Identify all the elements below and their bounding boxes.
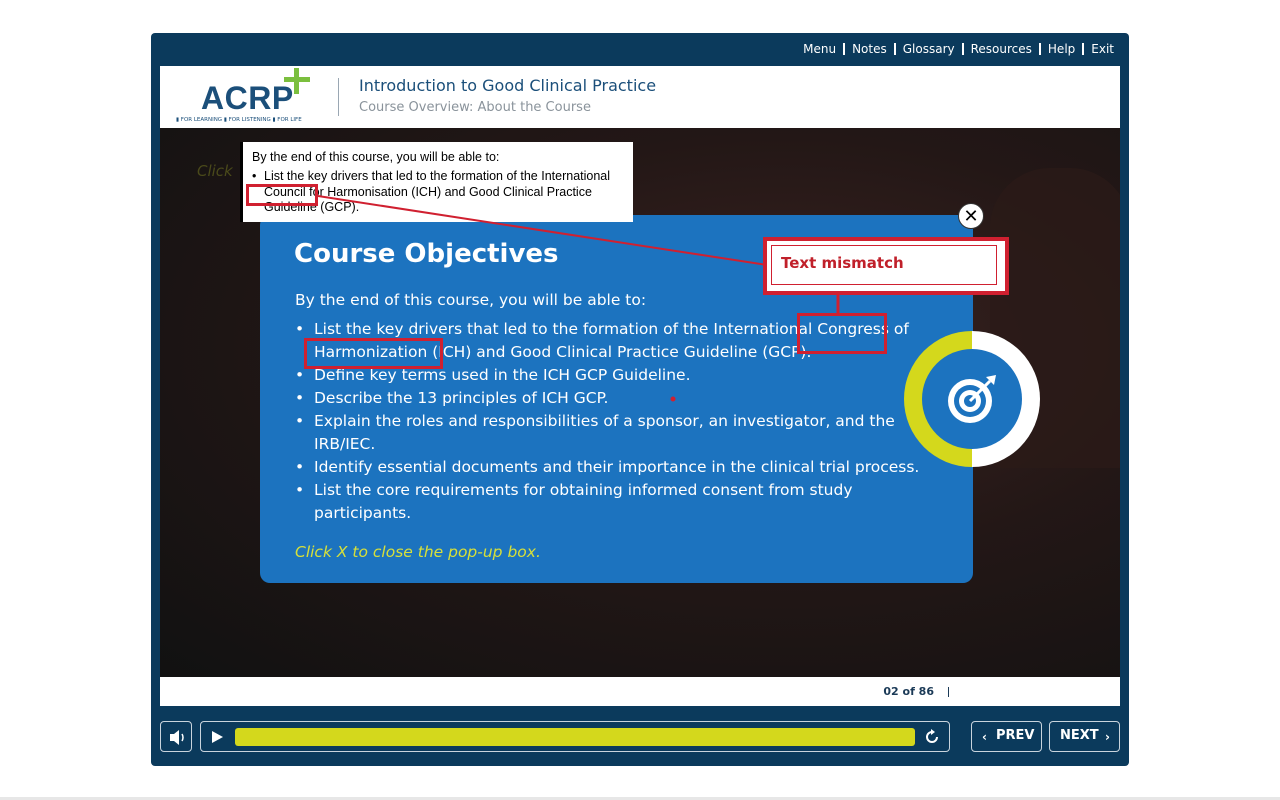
nav-separator xyxy=(1038,43,1041,55)
mismatch-highlight-council xyxy=(246,184,318,206)
header-divider xyxy=(338,78,339,116)
progress-slider[interactable] xyxy=(235,728,915,746)
top-navigation: Menu Notes Glossary Resources Help Exit xyxy=(803,42,1114,56)
glossary-link[interactable]: Glossary xyxy=(903,42,955,56)
logo-text: ACRP xyxy=(201,80,294,116)
prev-button[interactable]: ‹ PREV xyxy=(971,721,1042,752)
notes-link[interactable]: Notes xyxy=(852,42,887,56)
chevron-right-icon: › xyxy=(1105,730,1110,744)
help-link[interactable]: Help xyxy=(1048,42,1075,56)
volume-button[interactable] xyxy=(160,721,192,752)
next-button[interactable]: NEXT › xyxy=(1049,721,1120,752)
acrp-logo: ACRP ▮ FOR LEARNING ▮ FOR LISTENING ▮ FO… xyxy=(174,68,324,126)
mismatch-highlight-harmonization xyxy=(304,338,443,369)
mismatch-annotation-label: Text mismatch xyxy=(763,237,1009,295)
replay-icon[interactable] xyxy=(923,728,941,746)
slide-footer: 02 of 86 xyxy=(160,677,1120,706)
popup-intro: By the end of this course, you will be a… xyxy=(295,291,647,309)
nav-separator xyxy=(1082,43,1085,55)
reference-text-snippet: By the end of this course, you will be a… xyxy=(240,142,633,222)
objective-item: Describe the 13 principles of ICH GCP. xyxy=(295,387,935,410)
prev-button-label: PREV xyxy=(996,728,1035,743)
course-subtitle: Course Overview: About the Course xyxy=(359,100,591,115)
course-header: ACRP ▮ FOR LEARNING ▮ FOR LISTENING ▮ FO… xyxy=(160,66,1120,128)
nav-separator xyxy=(893,43,896,55)
playback-bar xyxy=(200,721,950,752)
target-icon xyxy=(948,375,996,423)
exit-link[interactable]: Exit xyxy=(1091,42,1114,56)
course-title: Introduction to Good Clinical Practice xyxy=(359,76,657,95)
popup-close-hint: Click X to close the pop-up box. xyxy=(295,543,541,561)
resources-link[interactable]: Resources xyxy=(971,42,1032,56)
nav-separator xyxy=(961,43,964,55)
objective-item: Explain the roles and responsibilities o… xyxy=(295,410,935,456)
popup-title: Course Objectives xyxy=(294,239,559,269)
logo-tagline: ▮ FOR LEARNING ▮ FOR LISTENING ▮ FOR LIF… xyxy=(176,117,302,123)
speaker-icon xyxy=(170,730,184,745)
target-badge xyxy=(904,331,1040,467)
logo-cross-icon xyxy=(284,68,310,96)
mismatch-highlight-congress xyxy=(797,313,887,354)
nav-separator xyxy=(843,43,846,55)
objective-item: Identify essential documents and their i… xyxy=(295,456,935,479)
progress-fill xyxy=(235,728,915,746)
mismatch-annotation-text: Text mismatch xyxy=(781,254,904,272)
play-icon[interactable] xyxy=(209,730,225,744)
player-controls: ‹ PREV NEXT › xyxy=(160,721,1120,752)
menu-link[interactable]: Menu xyxy=(803,42,836,56)
background-hint-text: Click xyxy=(197,162,233,180)
reference-intro: By the end of this course, you will be a… xyxy=(252,150,500,164)
next-button-label: NEXT xyxy=(1060,728,1099,743)
chevron-left-icon: ‹ xyxy=(982,730,987,744)
page-counter: 02 of 86 xyxy=(883,685,934,698)
objective-item: List the core requirements for obtaining… xyxy=(295,479,935,525)
popup-close-button[interactable]: ✕ xyxy=(958,203,984,229)
footer-divider xyxy=(948,687,949,697)
